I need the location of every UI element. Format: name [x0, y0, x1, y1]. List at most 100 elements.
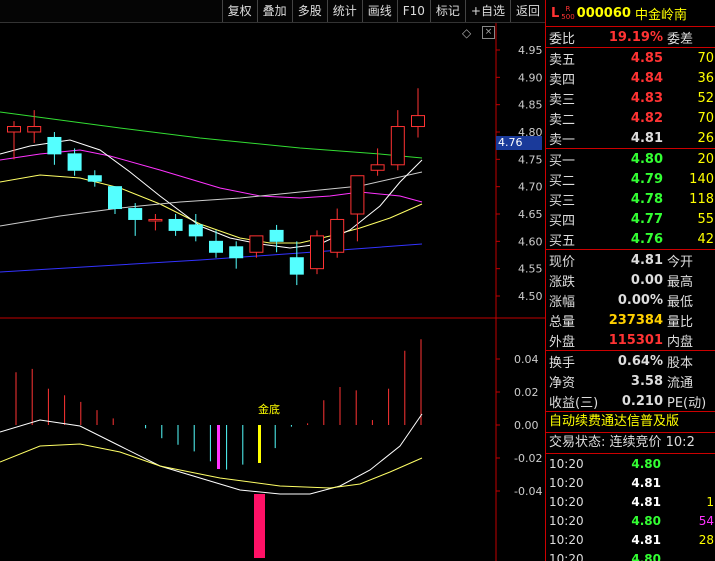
candle-body [310, 235, 324, 270]
back-button[interactable]: 返回 [509, 0, 545, 22]
ma-green-line [0, 111, 423, 159]
r-badge: R 500 [561, 5, 575, 21]
stat-label: 现价 [549, 254, 576, 270]
stat-value: 4.81 [630, 252, 663, 268]
candle-body [370, 164, 385, 171]
buy-row[interactable]: 买四 4.77 55 [546, 209, 715, 229]
buy-label: 买一 [549, 153, 576, 169]
finance-row: 换手 0.64% 股本 [546, 351, 715, 371]
finance-label2: PE(动) [667, 395, 707, 411]
price-tick-label: 4.85 [518, 99, 543, 112]
tick-row: 10:20 4.80 [546, 549, 715, 561]
chart-toolbar: 复权 叠加 多股 统计 画线 F10 标记 +自选 返回 [0, 0, 545, 23]
stat-row: 外盘 115301 内盘 [546, 330, 715, 350]
finance-row: 收益(三) 0.210 PE(动) [546, 391, 715, 411]
draw-line-button[interactable]: 画线 [361, 0, 397, 22]
tick-row: 10:20 4.81 1 [546, 492, 715, 511]
sell-price: 4.82 [630, 110, 663, 126]
stat-row: 涨幅 0.00% 最低 [546, 290, 715, 310]
close-icon[interactable]: × [482, 26, 495, 39]
sell-book: 卖五 4.85 70 卖四 4.84 36 卖三 4.83 52 卖二 4.82 70 卖一 4.… [546, 48, 715, 149]
multi-stock-button[interactable]: 多股 [291, 0, 327, 22]
buy-price: 4.79 [630, 171, 663, 187]
candle-body [269, 229, 284, 242]
macd-tick-label: 0.04 [514, 353, 539, 366]
tick-row: 10:20 4.81 28 [546, 530, 715, 549]
f10-button[interactable]: F10 [396, 0, 430, 22]
sell-label: 卖四 [549, 72, 576, 88]
sell-volume: 26 [697, 130, 714, 146]
weicha-label: 委差 [667, 31, 694, 47]
sell-row[interactable]: 卖三 4.83 52 [546, 88, 715, 108]
kline-chart-area[interactable]: 4.95 4.90 4.85 4.80 4.75 4.70 4.65 4.60 4.55 4.50… [0, 0, 545, 561]
stock-name[interactable]: 中金岭南 [635, 4, 687, 23]
sell-volume: 70 [697, 50, 714, 66]
kline-chart-svg[interactable]: 4.954.904.854.804.754.704.654.604.554.50… [0, 0, 545, 561]
tick-volume: 54 [698, 513, 714, 528]
sell-volume: 52 [697, 90, 714, 106]
price-tick-label: 4.95 [518, 44, 543, 57]
tick-price: 4.80 [631, 456, 661, 471]
macd-tick-label: -0.04 [514, 485, 542, 498]
finance-label: 净资 [549, 375, 576, 391]
stat-label: 外盘 [549, 334, 576, 350]
sell-row[interactable]: 卖一 4.81 26 [546, 128, 715, 148]
macd-tick-label: 0.02 [514, 386, 539, 399]
tick-time: 10:20 [549, 494, 584, 509]
finance-label: 换手 [549, 355, 576, 371]
stats-block: 现价 4.81 今开 涨跌 0.00 最高 涨幅 0.00% 最低 总量 237384 量比 外… [546, 250, 715, 351]
sell-row[interactable]: 卖四 4.84 36 [546, 68, 715, 88]
candle-body [289, 257, 304, 275]
fuquan-button[interactable]: 复权 [221, 0, 257, 22]
candle-body [148, 218, 163, 222]
candle-body [7, 126, 21, 133]
stat-label: 总量 [549, 314, 576, 330]
finance-label: 收益(三) [549, 395, 599, 411]
tick-time: 10:20 [549, 513, 584, 528]
buy-label: 买三 [549, 193, 576, 209]
buy-book: 买一 4.80 20 买二 4.79 140 买三 4.78 118 买四 4.77 55 买五… [546, 149, 715, 250]
sell-label: 卖一 [549, 132, 576, 148]
finance-label2: 股本 [667, 355, 694, 371]
buy-volume: 118 [689, 191, 714, 207]
diamond-icon[interactable]: ◇ [462, 26, 471, 40]
tick-volume: 1 [706, 494, 714, 509]
stat-value: 0.00 [630, 272, 663, 288]
quote-panel: L R 500 000060 中金岭南 委比 19.19% 委差 卖五 4.85 70… [545, 0, 715, 561]
tick-price: 4.81 [631, 475, 661, 490]
stock-code[interactable]: 000060 [577, 6, 631, 21]
current-price-tag: 4.76 [496, 136, 542, 150]
buy-label: 买二 [549, 173, 576, 189]
tick-time: 10:20 [549, 532, 584, 547]
buy-row[interactable]: 买三 4.78 118 [546, 189, 715, 209]
sell-row[interactable]: 卖五 4.85 70 [546, 48, 715, 68]
mark-button[interactable]: 标记 [429, 0, 465, 22]
stat-value: 237384 [608, 312, 663, 328]
buy-row[interactable]: 买五 4.76 42 [546, 229, 715, 249]
sell-price: 4.83 [630, 90, 663, 106]
stat-label: 涨幅 [549, 294, 576, 310]
tick-row: 10:20 4.80 54 [546, 511, 715, 530]
macd-tick-label: 0.00 [514, 419, 539, 432]
weibi-label: 委比 [549, 31, 576, 47]
tick-time: 10:20 [549, 551, 584, 561]
promo-banner[interactable]: 自动续费通达信普及版 [546, 412, 715, 433]
overlay-button[interactable]: 叠加 [256, 0, 292, 22]
add-watchlist-button[interactable]: +自选 [464, 0, 510, 22]
price-tick-label: 4.70 [518, 181, 543, 194]
price-tick-label: 4.75 [518, 153, 543, 166]
candle-body [229, 246, 244, 259]
statistics-button[interactable]: 统计 [326, 0, 362, 22]
buy-volume: 42 [697, 231, 714, 247]
sell-label: 卖三 [549, 92, 576, 108]
buy-row[interactable]: 买一 4.80 20 [546, 149, 715, 169]
finance-block: 换手 0.64% 股本 净资 3.58 流通 收益(三) 0.210 PE(动) [546, 351, 715, 412]
weibi-value: 19.19% [608, 29, 663, 45]
sell-row[interactable]: 卖二 4.82 70 [546, 108, 715, 128]
tick-list: 10:20 4.80 10:20 4.81 10:20 4.81 1 10:20 4.80 54 1… [546, 454, 715, 561]
candle-body [47, 136, 62, 155]
buy-row[interactable]: 买二 4.79 140 [546, 169, 715, 189]
buy-price: 4.78 [630, 191, 663, 207]
buy-price: 4.77 [630, 211, 663, 227]
candle-body [188, 224, 203, 237]
